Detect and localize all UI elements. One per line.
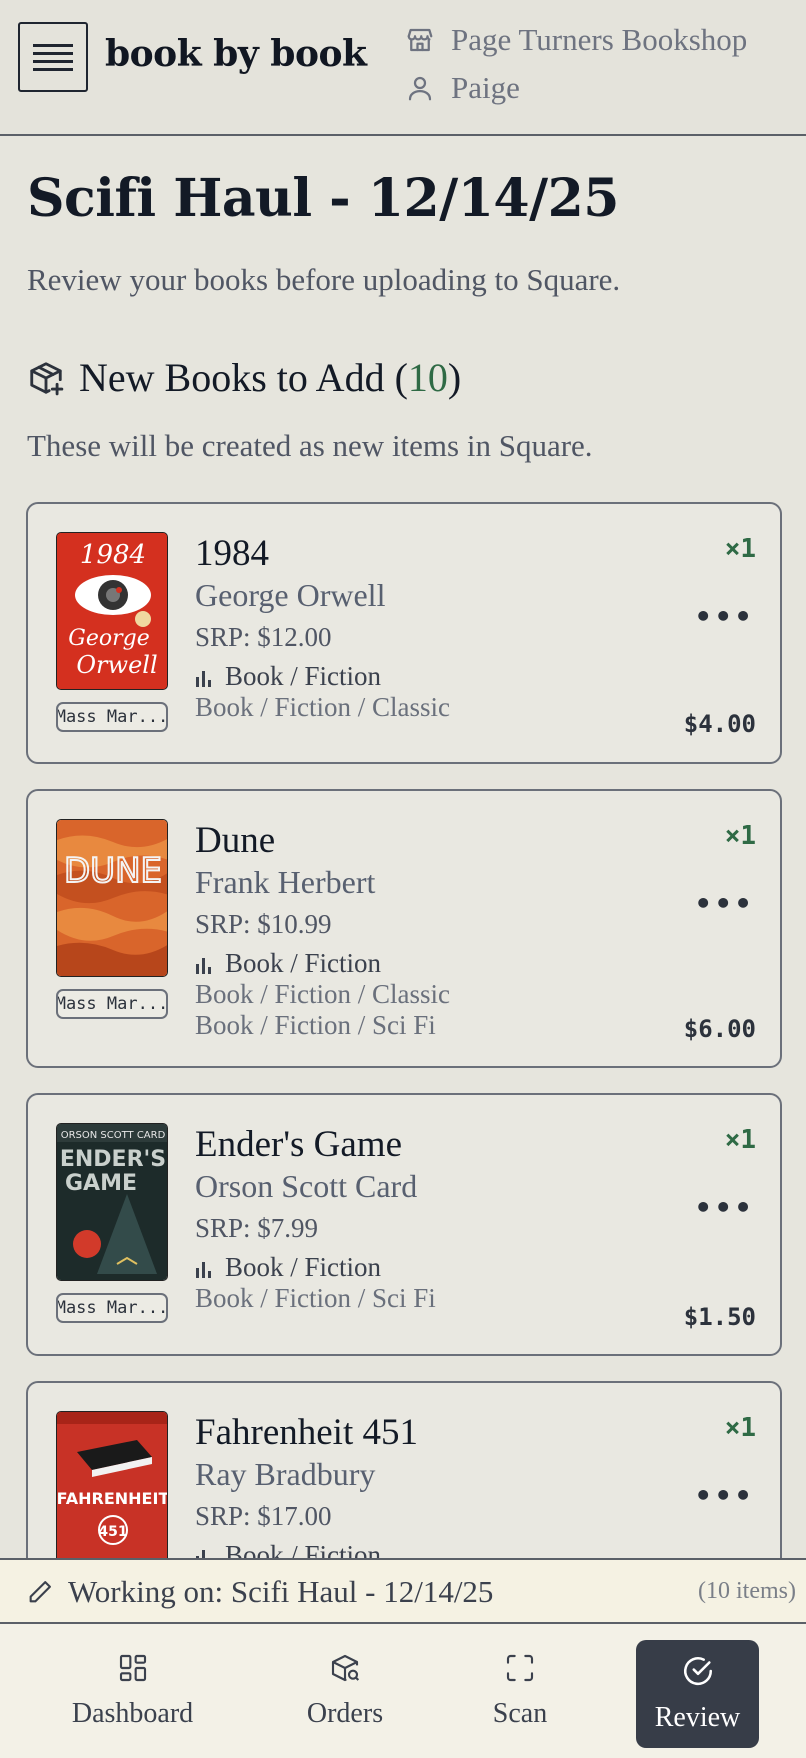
store-icon <box>407 28 433 52</box>
app-header: book by book Page Turners Bookshop Paige <box>0 0 806 136</box>
nav-review-label: Review <box>654 1702 741 1733</box>
book-category: Book / Fiction <box>195 661 381 692</box>
book-author: George Orwell <box>195 577 386 613</box>
category-path: Book / Fiction / Sci Fi <box>195 1010 436 1040</box>
book-cover-image: ORSON SCOTT CARD ENDER'S GAME <box>56 1123 168 1281</box>
menu-icon-line <box>33 51 73 55</box>
book-srp: SRP: $7.99 <box>195 1213 319 1243</box>
book-title: Fahrenheit 451 <box>195 1412 418 1453</box>
book-category: Book / Fiction <box>195 1252 381 1283</box>
orders-icon <box>331 1654 360 1682</box>
book-price[interactable]: $6.00 <box>684 1015 756 1043</box>
page-title: Scifi Haul - 12/14/25 <box>27 168 619 229</box>
book-srp: SRP: $17.00 <box>195 1501 332 1531</box>
user-menu[interactable]: Paige <box>405 70 520 106</box>
bottom-navigation: Dashboard Orders Scan Review <box>0 1624 806 1758</box>
nav-dashboard-label: Dashboard <box>71 1698 194 1729</box>
scan-icon <box>506 1654 534 1682</box>
working-items-count: (10 items) <box>698 1578 796 1604</box>
nav-scan-label: Scan <box>492 1698 548 1729</box>
menu-icon-line <box>33 67 73 71</box>
section-heading-text: New Books to Add ( <box>79 355 408 400</box>
format-badge[interactable]: Mass Mar... <box>56 702 168 732</box>
nav-review[interactable]: Review <box>636 1640 759 1748</box>
svg-text:George: George <box>68 626 149 651</box>
cover-title: ENDER'S <box>60 1147 166 1172</box>
cover-title: FAHRENHEIT <box>57 1489 168 1508</box>
shop-selector[interactable]: Page Turners Bookshop <box>405 22 747 58</box>
book-author: Frank Herbert <box>195 864 376 900</box>
book-srp: SRP: $10.99 <box>195 909 332 939</box>
book-cover-image: DUNE <box>56 819 168 977</box>
user-name: Paige <box>451 70 520 105</box>
book-title: Dune <box>195 820 276 861</box>
cover-title: DUNE <box>64 851 162 891</box>
cover-title: 1984 <box>80 540 146 570</box>
menu-icon-line <box>33 43 73 47</box>
book-cover-image: 1984 George Orwell <box>56 532 168 690</box>
new-books-count: 10 <box>407 355 448 400</box>
book-card[interactable]: 1984 George Orwell Mass Mar... 1984 Geor… <box>26 502 782 764</box>
book-card[interactable]: DUNE Mass Mar... Dune Frank Herbert SRP:… <box>26 789 782 1068</box>
quantity[interactable]: ×1 <box>725 821 756 851</box>
nav-orders-label: Orders <box>306 1698 384 1729</box>
category-list: Book / Fiction / Sci Fi <box>195 1283 436 1314</box>
section-heading: New Books to Add (10) <box>27 354 461 401</box>
svg-text:Orwell: Orwell <box>76 651 157 679</box>
bar-chart-icon <box>196 1261 211 1278</box>
book-author: Ray Bradbury <box>195 1456 376 1492</box>
category-path: Book / Fiction / Classic <box>195 692 451 722</box>
page-subtitle: Review your books before uploading to Sq… <box>27 262 621 297</box>
bar-chart-icon <box>196 957 211 974</box>
section-heading-close: ) <box>447 355 462 400</box>
quantity[interactable]: ×1 <box>725 534 756 564</box>
bar-chart-icon <box>196 670 211 687</box>
svg-text:GAME: GAME <box>65 1171 137 1196</box>
primary-category: Book / Fiction <box>225 948 382 978</box>
category-path: Book / Fiction / Classic <box>195 979 451 1009</box>
check-circle-icon <box>683 1657 712 1686</box>
more-options-button[interactable]: ••• <box>694 1479 754 1512</box>
primary-category: Book / Fiction <box>225 661 382 691</box>
dashboard-icon <box>119 1654 146 1682</box>
book-author: Orson Scott Card <box>195 1168 418 1204</box>
book-price[interactable]: $1.50 <box>684 1303 756 1331</box>
book-price[interactable]: $4.00 <box>684 710 756 738</box>
working-on-label: Working on: Scifi Haul - 12/14/25 <box>68 1574 494 1609</box>
working-on-bar[interactable]: Working on: Scifi Haul - 12/14/25 (10 it… <box>0 1558 806 1624</box>
category-list: Book / Fiction / Classic Book / Fiction … <box>195 979 450 1041</box>
more-options-button[interactable]: ••• <box>694 600 754 633</box>
section-description: These will be created as new items in Sq… <box>27 428 593 463</box>
more-options-button[interactable]: ••• <box>694 887 754 920</box>
user-icon <box>408 76 432 101</box>
svg-text:451: 451 <box>98 1524 127 1540</box>
book-card[interactable]: ORSON SCOTT CARD ENDER'S GAME Mass Mar..… <box>26 1093 782 1356</box>
menu-icon-line <box>33 59 73 63</box>
book-cover-image: FAHRENHEIT 451 <box>56 1411 168 1569</box>
svg-text:ORSON SCOTT CARD: ORSON SCOTT CARD <box>61 1130 166 1141</box>
brand-logo-text[interactable]: book by book <box>105 33 367 75</box>
package-add-icon <box>30 361 64 395</box>
primary-category: Book / Fiction <box>225 1252 382 1282</box>
format-badge[interactable]: Mass Mar... <box>56 989 168 1019</box>
nav-orders[interactable]: Orders <box>280 1624 410 1758</box>
category-path: Book / Fiction / Sci Fi <box>195 1283 436 1313</box>
shop-name: Page Turners Bookshop <box>451 22 748 57</box>
quantity[interactable]: ×1 <box>725 1413 756 1443</box>
category-list: Book / Fiction / Classic <box>195 692 450 723</box>
quantity[interactable]: ×1 <box>725 1125 756 1155</box>
pencil-icon <box>29 1581 51 1603</box>
menu-button[interactable] <box>18 22 88 92</box>
more-options-button[interactable]: ••• <box>694 1191 754 1224</box>
book-srp: SRP: $12.00 <box>195 622 332 652</box>
book-category: Book / Fiction <box>195 948 381 979</box>
nav-scan[interactable]: Scan <box>460 1624 580 1758</box>
book-title: Ender's Game <box>195 1124 403 1165</box>
book-title: 1984 <box>195 533 269 574</box>
nav-dashboard[interactable]: Dashboard <box>50 1624 215 1758</box>
format-badge[interactable]: Mass Mar... <box>56 1293 168 1323</box>
